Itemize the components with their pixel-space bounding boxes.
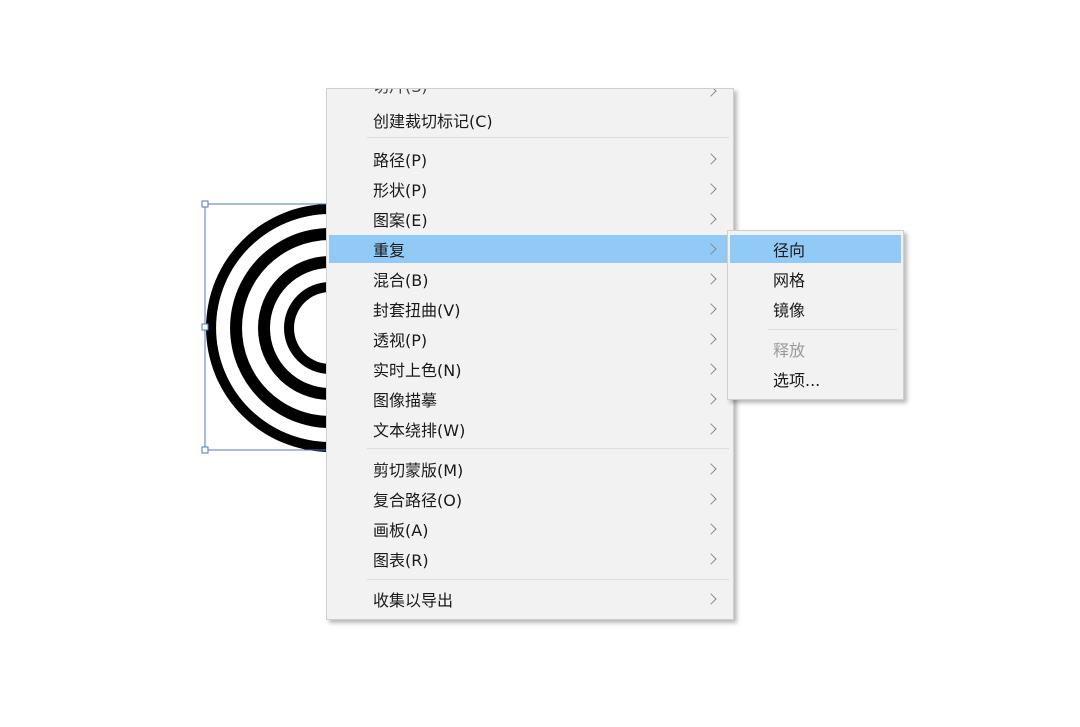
chevron-right-icon <box>705 523 717 535</box>
menu-item-label: 创建裁切标记(C) <box>373 112 493 131</box>
menu-item-blend[interactable]: 混合(B) <box>329 265 731 293</box>
menu-item-path[interactable]: 路径(P) <box>329 145 731 173</box>
chevron-right-icon <box>705 463 717 475</box>
chevron-right-icon <box>705 593 717 605</box>
menu-item-label: 选项... <box>773 371 821 390</box>
chevron-right-icon <box>705 303 717 315</box>
chevron-right-icon <box>705 493 717 505</box>
menu-separator <box>768 329 897 330</box>
menu-item-label: 网格 <box>773 271 806 290</box>
menu-item-label: 透视(P) <box>373 331 428 350</box>
chevron-right-icon <box>705 153 717 165</box>
menu-item-label: 形状(P) <box>373 181 428 200</box>
menu-item-label: 切片(S) <box>373 89 428 97</box>
menu-item-label: 文本绕排(W) <box>373 421 466 440</box>
menu-item-live-paint[interactable]: 实时上色(N) <box>329 355 731 383</box>
submenu-item-radial[interactable]: 径向 <box>730 235 901 263</box>
chevron-right-icon <box>705 553 717 565</box>
menu-item-text-wrap[interactable]: 文本绕排(W) <box>329 415 731 443</box>
menu-item-label: 剪切蒙版(M) <box>373 461 464 480</box>
chevron-right-icon <box>705 423 717 435</box>
menu-item-label: 实时上色(N) <box>373 361 462 380</box>
repeat-submenu: 径向 网格 镜像 释放 选项... <box>727 230 904 400</box>
selection-handle-top-left <box>201 200 209 208</box>
menu-item-create-crop-marks[interactable]: 创建裁切标记(C) <box>329 106 731 134</box>
arc-shape[interactable] <box>206 204 330 452</box>
selection-handle-bottom-left <box>201 446 209 454</box>
menu-item-artboards[interactable]: 画板(A) <box>329 515 731 543</box>
menu-item-compound-path[interactable]: 复合路径(O) <box>329 485 731 513</box>
chevron-right-icon <box>705 213 717 225</box>
chevron-right-icon <box>705 273 717 285</box>
menu-item-repeat[interactable]: 重复 <box>329 235 731 263</box>
menu-separator <box>367 448 729 449</box>
menu-item-label: 图表(R) <box>373 551 429 570</box>
selection-handle-middle-left <box>201 323 209 331</box>
menu-item-label: 封套扭曲(V) <box>373 301 461 320</box>
menu-item-slice[interactable]: 切片(S) <box>329 89 731 101</box>
submenu-item-release: 释放 <box>730 335 901 363</box>
chevron-right-icon <box>705 243 717 255</box>
submenu-item-grid[interactable]: 网格 <box>730 265 901 293</box>
menu-item-collect-for-export[interactable]: 收集以导出 <box>329 585 731 613</box>
menu-separator <box>367 579 729 580</box>
menu-item-label: 路径(P) <box>373 151 428 170</box>
menu-item-label: 画板(A) <box>373 521 429 540</box>
menu-item-label: 图像描摹 <box>373 391 438 410</box>
menu-item-pattern[interactable]: 图案(E) <box>329 205 731 233</box>
menu-item-label: 重复 <box>373 241 406 260</box>
chevron-right-icon <box>705 89 717 97</box>
menu-item-perspective[interactable]: 透视(P) <box>329 325 731 353</box>
menu-item-envelope-distort[interactable]: 封套扭曲(V) <box>329 295 731 323</box>
chevron-right-icon <box>705 363 717 375</box>
menu-item-label: 收集以导出 <box>373 591 454 610</box>
menu-item-label: 图案(E) <box>373 211 428 230</box>
chevron-right-icon <box>705 393 717 405</box>
menu-item-label: 混合(B) <box>373 271 429 290</box>
menu-item-label: 复合路径(O) <box>373 491 463 510</box>
chevron-right-icon <box>705 183 717 195</box>
context-menu: 切片(S) 创建裁切标记(C) 路径(P) 形状(P) 图案(E) 重复 混合(… <box>326 88 734 620</box>
submenu-item-mirror[interactable]: 镜像 <box>730 295 901 323</box>
chevron-right-icon <box>705 333 717 345</box>
menu-separator <box>367 137 729 138</box>
menu-item-image-trace[interactable]: 图像描摹 <box>329 385 731 413</box>
menu-item-clipping-mask[interactable]: 剪切蒙版(M) <box>329 455 731 483</box>
submenu-item-options[interactable]: 选项... <box>730 365 901 393</box>
menu-item-label: 镜像 <box>773 301 806 320</box>
menu-item-label: 径向 <box>773 241 806 260</box>
menu-item-shape[interactable]: 形状(P) <box>329 175 731 203</box>
menu-item-label: 释放 <box>773 341 806 360</box>
menu-item-graph[interactable]: 图表(R) <box>329 545 731 573</box>
